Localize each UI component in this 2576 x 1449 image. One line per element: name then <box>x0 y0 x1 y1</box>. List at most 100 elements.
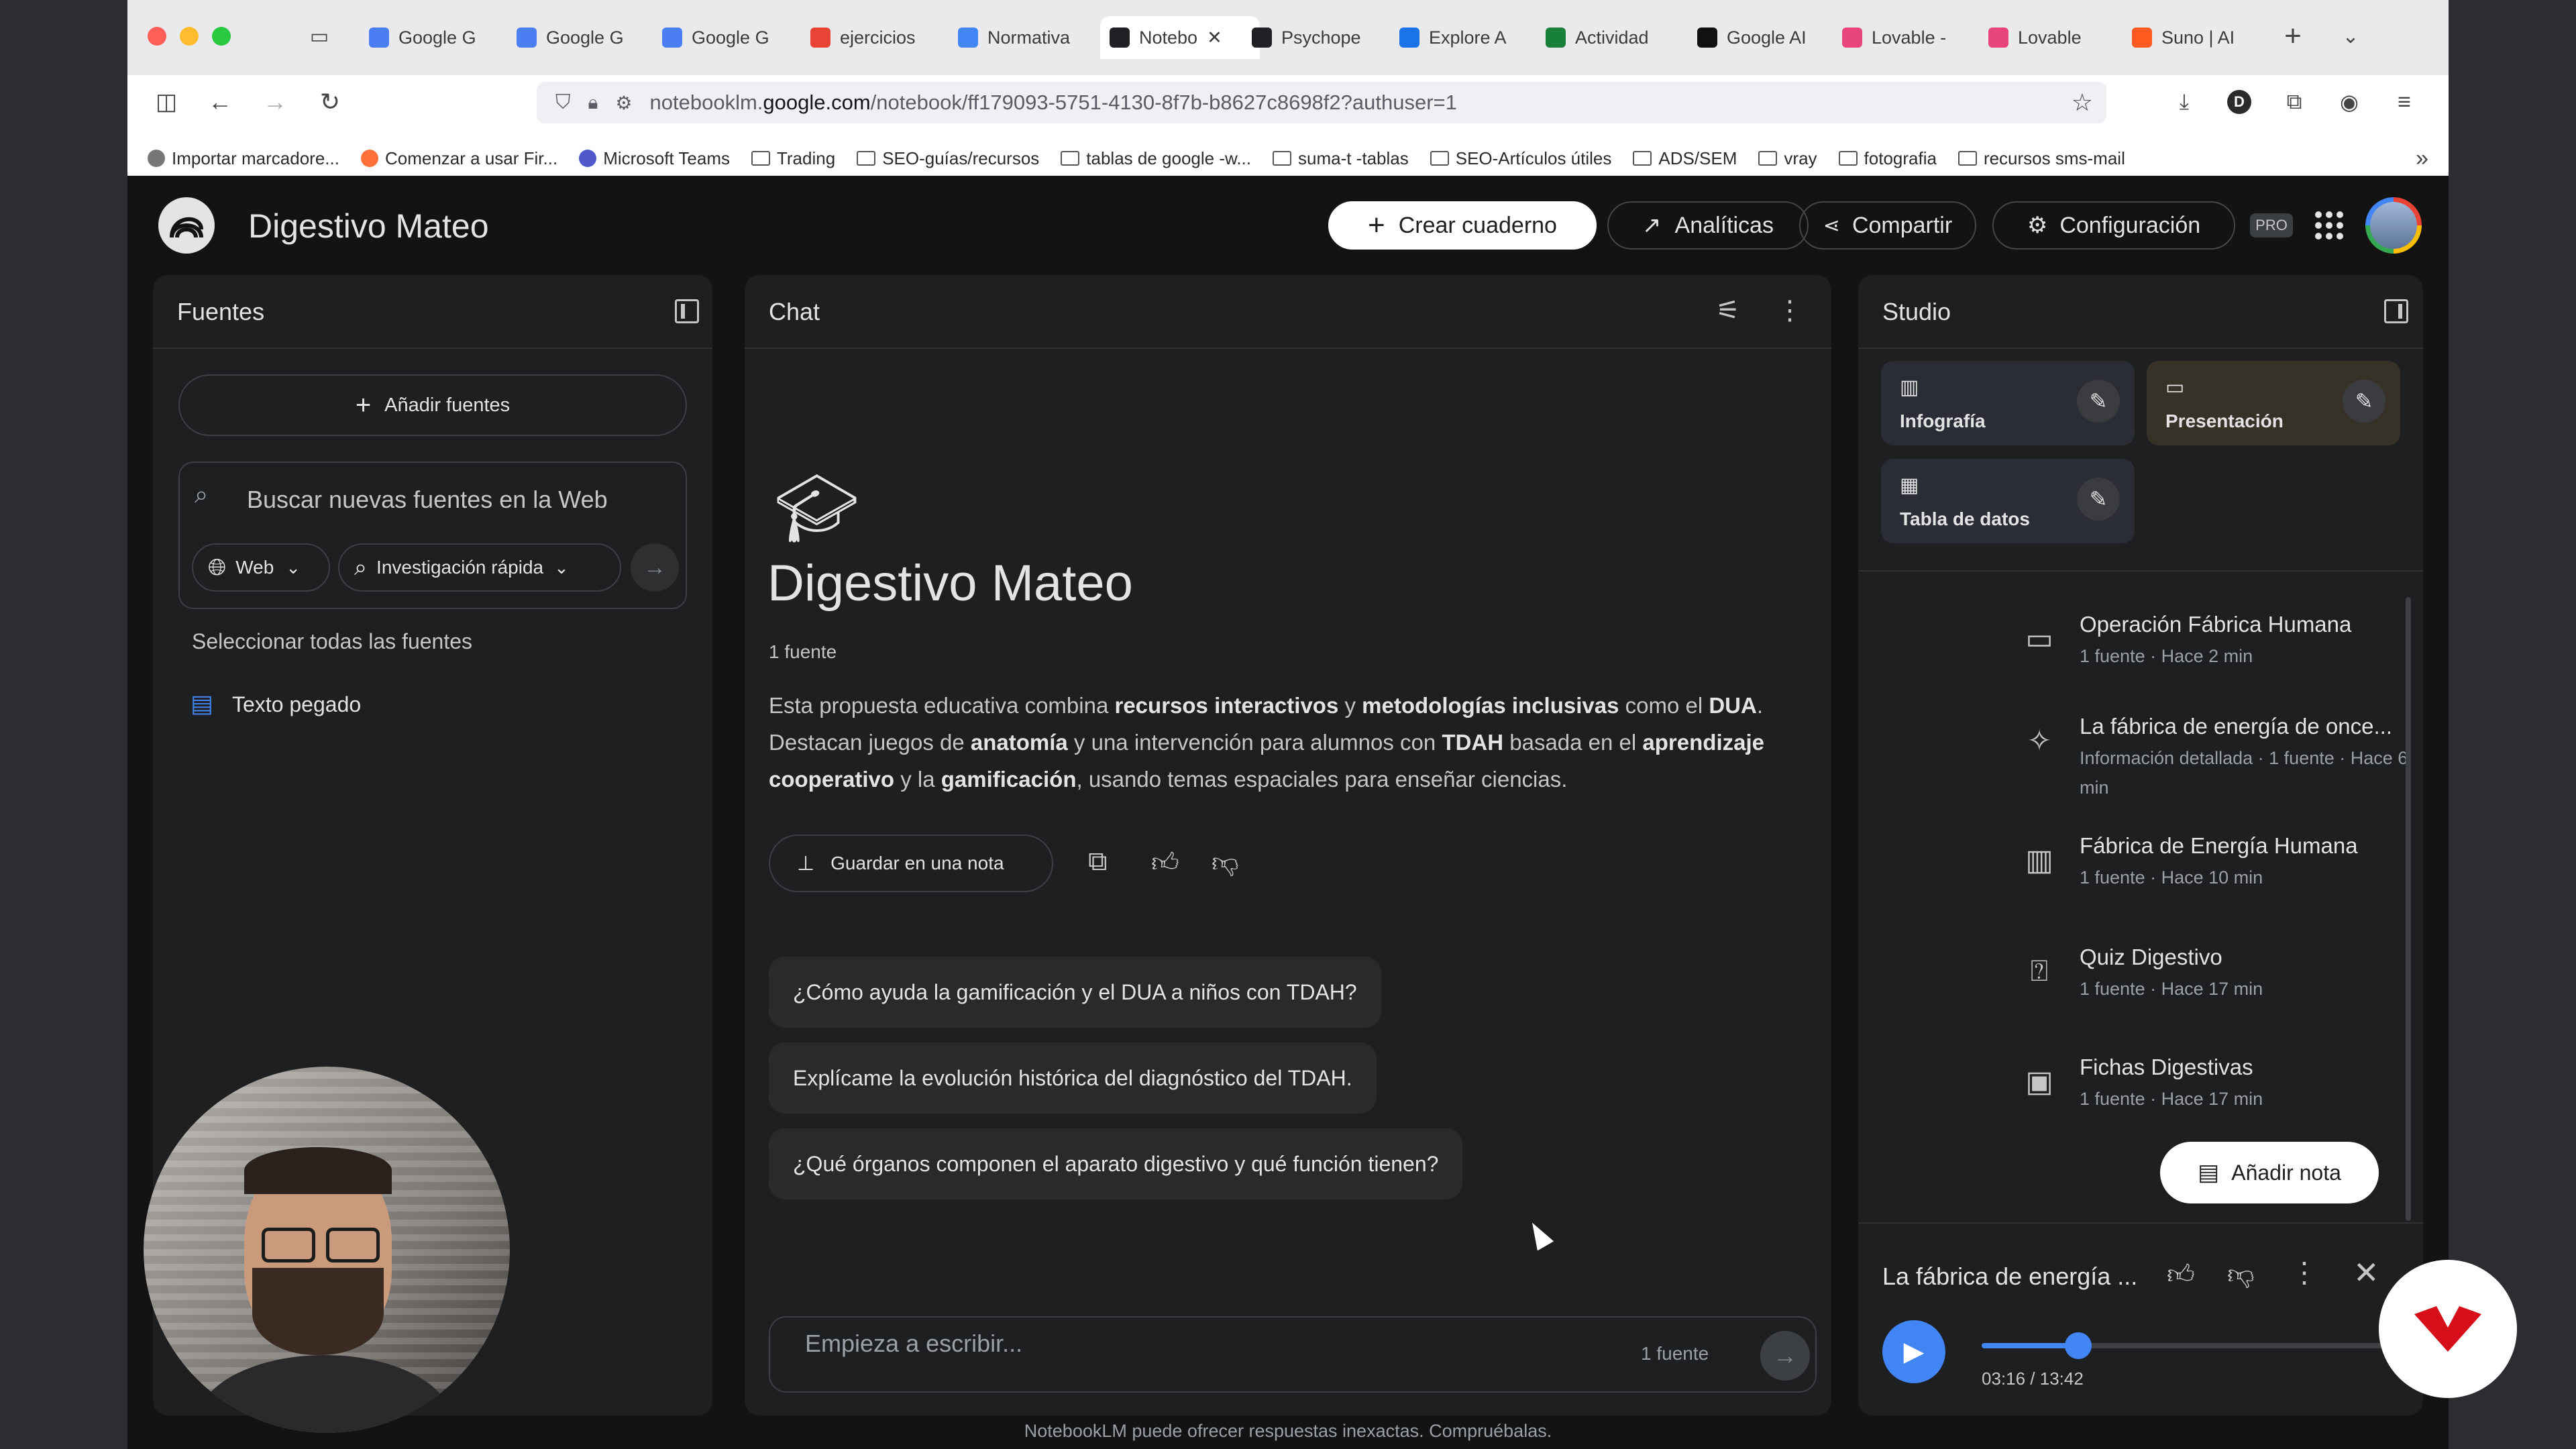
audio-seek-track[interactable] <box>1982 1332 2384 1359</box>
web-source-dropdown[interactable]: 🌐︎ Web ⌄ <box>192 543 330 592</box>
save-to-note-button[interactable]: ⊥ Guardar en una nota <box>769 835 1053 892</box>
web-search-input[interactable]: Buscar nuevas fuentes en la Web <box>247 486 608 514</box>
new-tab-icon[interactable]: + <box>2277 19 2309 52</box>
teams-icon <box>579 150 597 167</box>
thumbs-down-icon[interactable]: 👎︎ <box>1212 847 1239 879</box>
vpn-icon[interactable]: ◉ <box>2333 86 2365 118</box>
browser-tab[interactable]: Google G <box>662 16 790 59</box>
browser-tab[interactable]: Normativa <box>958 16 1085 59</box>
add-sources-button[interactable]: + Añadir fuentes <box>178 374 687 436</box>
bookmark-item[interactable]: Importar marcadore... <box>148 148 339 169</box>
source-item[interactable]: ▤Texto pegado✓ <box>178 680 804 729</box>
chat-settings-icon[interactable]: ⚟ <box>1716 295 1740 326</box>
suggested-question[interactable]: Explícame la evolución histórica del dia… <box>769 1042 1377 1114</box>
downloads-icon[interactable]: ⤓ <box>2168 86 2200 118</box>
bookmark-item[interactable]: tablas de google -w... <box>1061 148 1251 169</box>
player-more-icon[interactable]: ⋮ <box>2290 1256 2318 1289</box>
bookmark-item[interactable]: Microsoft Teams <box>579 148 730 169</box>
presentation-tile[interactable]: ▭ Presentación ✎ <box>2147 361 2400 445</box>
bookmark-item[interactable]: suma-t -tablas <box>1273 148 1409 169</box>
studio-note[interactable]: ▥ Fábrica de Energía Humana 1 fuente · Hac… <box>1999 824 2449 904</box>
bookmark-item[interactable]: SEO-guías/recursos <box>857 148 1039 169</box>
audio-seek-handle[interactable] <box>2065 1332 2092 1359</box>
account-avatar[interactable] <box>2365 197 2422 254</box>
extensions-icon[interactable]: ⧉ <box>2278 86 2310 118</box>
bookmark-item[interactable]: ADS/SEM <box>1633 148 1737 169</box>
forward-icon[interactable]: → <box>259 86 291 118</box>
edit-icon[interactable]: ✎ <box>2077 478 2120 521</box>
thumbs-down-icon[interactable]: 👎︎ <box>2227 1258 2255 1291</box>
studio-note[interactable]: ⍰Quiz Digestivo1 fuente · Hace 17 min⋮ <box>1999 935 2449 1016</box>
studio-note[interactable]: ▭ Operación Fábrica Humana 1 fuente · Hace… <box>1999 602 2449 683</box>
player-time: 03:16 / 13:42 <box>1982 1368 2084 1389</box>
browser-tab[interactable]: Google G <box>369 16 496 59</box>
tab-manager-icon[interactable]: ▭ <box>303 20 335 52</box>
zoom-window-button[interactable] <box>212 27 231 46</box>
notebook-title[interactable]: Digestivo Mateo <box>248 207 489 246</box>
chat-input[interactable]: Empieza a escribir... <box>805 1330 1022 1358</box>
chat-input-box[interactable]: Empieza a escribir... 1 fuente → <box>769 1316 1817 1393</box>
chat-more-icon[interactable]: ⋮ <box>1776 295 1803 326</box>
thumbs-up-icon[interactable]: 👍︎ <box>1151 847 1179 879</box>
studio-note[interactable]: ✧ La fábrica de energía de once... Informa… <box>1999 704 2449 798</box>
suggested-question[interactable]: ¿Qué órganos componen el aparato digesti… <box>769 1128 1463 1199</box>
channel-logo <box>2379 1260 2517 1398</box>
bookmark-star-icon[interactable]: ☆ <box>2072 89 2093 117</box>
browser-tab[interactable]: Psychope <box>1252 16 1379 59</box>
browser-tab[interactable]: ejercicios <box>810 16 938 59</box>
infographic-tile[interactable]: ▥ Infografía ✎ <box>1881 361 2135 445</box>
suggested-question[interactable]: ¿Cómo ayuda la gamificación y el DUA a n… <box>769 957 1381 1028</box>
bookmark-item[interactable]: Comenzar a usar Fir... <box>360 148 557 169</box>
submit-search-button[interactable]: → <box>631 543 679 592</box>
browser-tab[interactable]: Google AI <box>1697 16 1825 59</box>
research-mode-dropdown[interactable]: ⌕ Investigación rápida ⌄ <box>338 543 621 592</box>
data-table-tile[interactable]: ▦ Tabla de datos ✎ <box>1881 459 2135 543</box>
lovable-icon <box>1988 28 2008 48</box>
back-icon[interactable]: ← <box>204 86 236 118</box>
analytics-button[interactable]: ↗ Analíticas <box>1607 201 1809 250</box>
more-bookmarks-icon[interactable]: » <box>2416 146 2428 172</box>
presenter-beard <box>252 1268 384 1355</box>
collapse-studio-icon[interactable] <box>2384 299 2408 323</box>
browser-tab[interactable]: Explore A <box>1399 16 1527 59</box>
tab-list-chevron-icon[interactable]: ⌄ <box>2334 20 2367 52</box>
browser-tab[interactable]: Lovable - <box>1842 16 1970 59</box>
minimize-window-button[interactable] <box>180 27 199 46</box>
menu-icon[interactable]: ≡ <box>2388 86 2420 118</box>
studio-note[interactable]: ▣ Fichas Digestivas 1 fuente · Hace 17 min… <box>1999 1045 2449 1126</box>
close-window-button[interactable] <box>148 27 166 46</box>
note-title: Fábrica de Energía Humana <box>2080 833 2358 858</box>
studio-scrollbar[interactable] <box>2406 597 2411 1221</box>
thumbs-up-icon[interactable]: 👍︎ <box>2167 1258 2195 1291</box>
bookmark-item[interactable]: vray <box>1758 148 1817 169</box>
reload-icon[interactable]: ↻ <box>314 86 346 118</box>
address-bar[interactable]: ⛉ 🔒︎ ⚙︎ notebooklm.google.com/notebook/f… <box>537 82 2106 123</box>
close-player-icon[interactable]: ✕ <box>2353 1254 2379 1291</box>
play-button[interactable]: ▶ <box>1882 1320 1945 1383</box>
browser-tab[interactable]: Lovable <box>1988 16 2116 59</box>
sidebar-toggle-icon[interactable]: ◫ <box>150 86 182 118</box>
collapse-sources-icon[interactable] <box>675 299 699 323</box>
profile-avatar[interactable]: D <box>2223 86 2255 118</box>
browser-tab[interactable]: Suno | AI <box>2132 16 2259 59</box>
bookmark-item[interactable]: Trading <box>751 148 835 169</box>
create-notebook-button[interactable]: + Crear cuaderno <box>1328 201 1597 250</box>
share-button[interactable]: ⋖ Compartir <box>1799 201 1976 250</box>
close-tab-icon[interactable]: ✕ <box>1207 28 1222 48</box>
bookmark-item[interactable]: SEO-Artículos útiles <box>1430 148 1611 169</box>
browser-tab[interactable]: Actividad <box>1546 16 1673 59</box>
send-button[interactable]: → <box>1760 1331 1810 1381</box>
copy-icon[interactable]: ⧉ <box>1088 847 1108 877</box>
add-note-button[interactable]: ▤ Añadir nota <box>2160 1142 2379 1203</box>
bookmark-item[interactable]: fotografia <box>1838 148 1937 169</box>
apps-grid-icon[interactable] <box>2313 209 2345 241</box>
edit-icon[interactable]: ✎ <box>2077 380 2120 423</box>
bookmark-item[interactable]: recursos sms-mail <box>1957 148 2125 169</box>
notebooklm-logo[interactable] <box>158 197 215 254</box>
edit-icon[interactable]: ✎ <box>2343 380 2385 423</box>
site-settings-icon[interactable]: ⚙︎ <box>615 92 632 114</box>
note-subtitle: 1 fuente · Hace 17 min <box>2080 1089 2263 1109</box>
browser-tab[interactable]: Notebo ✕ <box>1100 16 1260 59</box>
browser-tab[interactable]: Google G <box>517 16 644 59</box>
settings-button[interactable]: ⚙︎ Configuración <box>1992 201 2235 250</box>
